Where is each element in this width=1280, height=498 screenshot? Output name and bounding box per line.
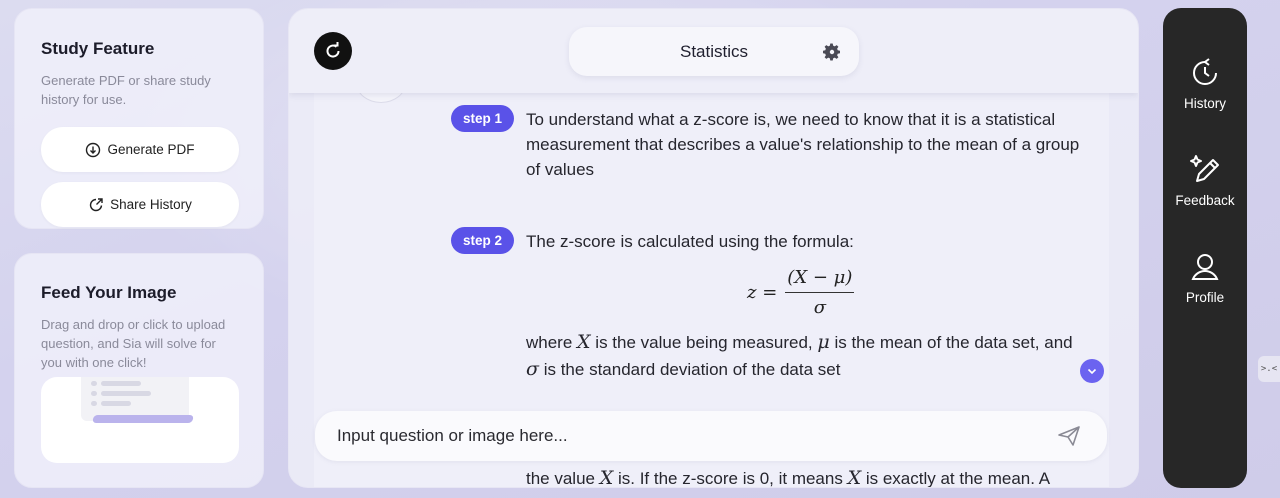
study-feature-description: Generate PDF or share study history for …: [41, 73, 211, 107]
send-icon[interactable]: [1057, 425, 1081, 447]
formula-lhs: z =: [747, 282, 778, 303]
text-span: the value: [526, 469, 600, 488]
text-span: is the standard deviation of the data se…: [538, 360, 841, 379]
doc-line: [101, 401, 131, 406]
text-span: is. If the z-score is 0, it means: [613, 469, 848, 488]
chat-header: Statistics: [289, 9, 1138, 93]
doc-bullet: [91, 391, 97, 396]
feed-image-title: Feed Your Image: [41, 283, 177, 302]
question-input[interactable]: [337, 411, 1037, 461]
z-score-formula: z = (X − μ) σ: [747, 267, 855, 318]
doc-line: [101, 391, 151, 396]
study-feature-card: Study Feature Generate PDF or share stud…: [14, 8, 264, 229]
math-variable: X: [847, 467, 862, 488]
image-upload-dropzone[interactable]: [41, 377, 239, 463]
math-variable: X: [577, 331, 591, 353]
download-icon: [86, 142, 101, 157]
share-icon: [89, 197, 103, 211]
chevron-down-icon: [1087, 368, 1097, 375]
math-variable: X: [599, 467, 614, 488]
step-text: To understand what a z-score is, we need…: [526, 110, 1080, 179]
chat-panel: Statistics step 1 To understand what a z…: [288, 8, 1139, 488]
subject-selector[interactable]: Statistics: [569, 27, 859, 76]
nav-profile-label: Profile: [1185, 290, 1225, 305]
gear-icon[interactable]: [822, 42, 842, 62]
subject-title: Statistics: [679, 41, 749, 61]
scroll-down-button[interactable]: [1080, 359, 1104, 383]
side-panel-toggle[interactable]: >.<: [1258, 356, 1280, 382]
history-icon: [1193, 58, 1217, 85]
formula-numerator: (X − μ): [785, 267, 855, 293]
solution-step: step 1 To understand what a z-score is, …: [451, 105, 1086, 182]
math-variable: σ: [526, 358, 539, 380]
nav-history[interactable]: History: [1163, 56, 1247, 111]
solution-step: step 2 The z-score is calculated using t…: [451, 227, 1086, 254]
math-variable: μ: [817, 331, 830, 353]
nav-profile[interactable]: Profile: [1163, 250, 1247, 305]
text-span: is the value being measured,: [590, 333, 818, 352]
step-badge: step 1: [451, 105, 514, 132]
doc-bullet: [91, 381, 97, 386]
generate-pdf-label: Generate PDF: [107, 142, 195, 157]
refresh-button[interactable]: [314, 32, 352, 70]
share-history-label: Share History: [110, 197, 192, 212]
text-span: where: [526, 333, 578, 352]
feedback-pen-icon: [1190, 155, 1219, 182]
question-input-bar: [315, 411, 1107, 461]
doc-bullet: [91, 401, 97, 406]
feed-image-description: Drag and drop or click to upload questio…: [41, 317, 226, 370]
share-history-button[interactable]: Share History: [41, 182, 239, 227]
doc-line: [101, 381, 141, 386]
solution-continuation: the value X is. If the z-score is 0, it …: [526, 465, 1086, 488]
text-span: is exactly at the mean. A: [861, 469, 1051, 488]
nav-history-label: History: [1183, 96, 1226, 111]
refresh-icon: [326, 42, 340, 58]
avatar: [356, 93, 406, 103]
formula-denominator: σ: [813, 297, 826, 318]
step-badge: step 2: [451, 227, 514, 254]
nav-feedback-label: Feedback: [1175, 193, 1235, 208]
step-text: The z-score is calculated using the form…: [526, 232, 854, 251]
profile-icon: [1191, 254, 1219, 280]
formula-fraction: (X − μ) σ: [785, 267, 855, 318]
right-navigation: History Feedback Profile: [1163, 8, 1247, 488]
upload-tray-illustration: [92, 415, 194, 423]
generate-pdf-button[interactable]: Generate PDF: [41, 127, 239, 172]
formula-explanation: where X is the value being measured, μ i…: [526, 329, 1086, 383]
feed-image-card: Feed Your Image Drag and drop or click t…: [14, 253, 264, 488]
text-span: is the mean of the data set, and: [829, 333, 1073, 352]
nav-feedback[interactable]: Feedback: [1163, 153, 1247, 208]
study-feature-title: Study Feature: [41, 39, 155, 58]
